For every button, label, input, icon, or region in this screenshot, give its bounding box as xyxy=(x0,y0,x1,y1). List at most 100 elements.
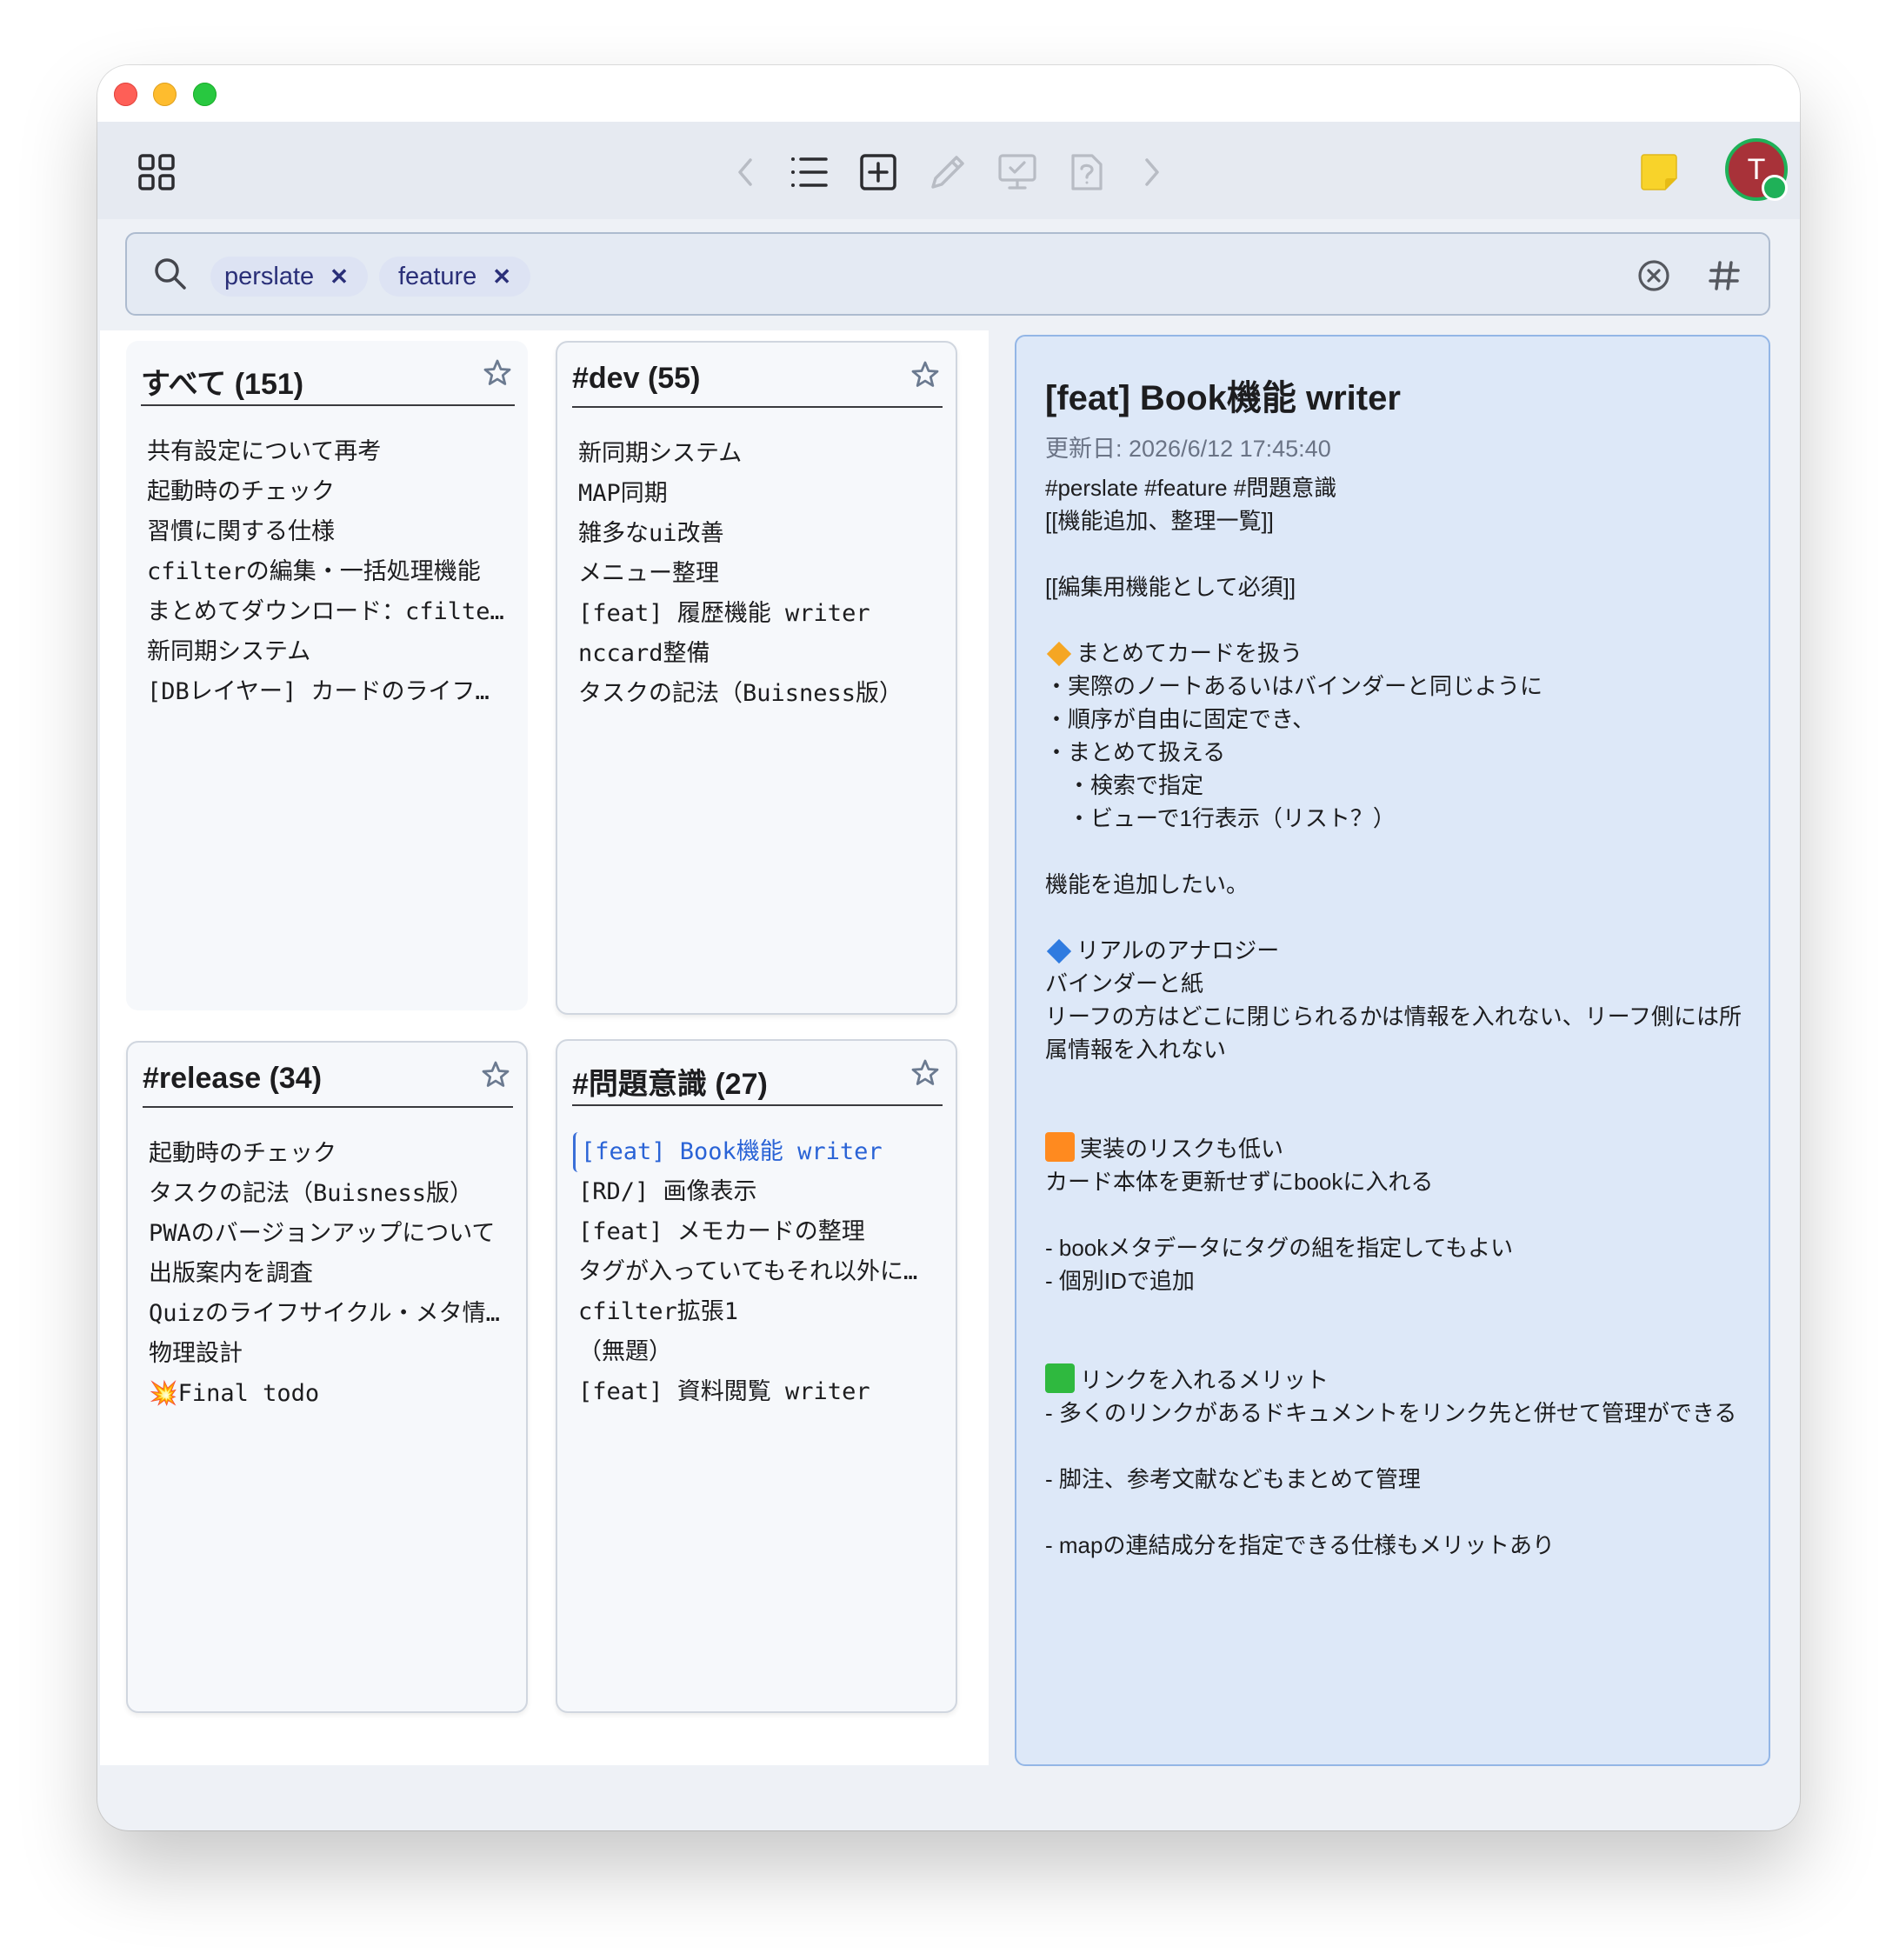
tag-card-all[interactable]: すべて (151) 共有設定について再考 起動時のチェック 習慣に関する仕様 c… xyxy=(126,341,528,1010)
user-avatar[interactable]: T xyxy=(1725,138,1788,201)
body-line: ・まとめて扱える xyxy=(1045,739,1226,765)
card-item[interactable]: タスクの記法（Buisness版） xyxy=(149,1174,509,1214)
tag-line: #perslate #feature #問題意識 xyxy=(1045,475,1337,501)
card-item[interactable]: [DBレイヤー] カードのライフサ… xyxy=(147,672,510,712)
orange-diamond-icon xyxy=(1046,641,1072,667)
card-divider xyxy=(143,1106,513,1108)
star-icon[interactable] xyxy=(910,1058,940,1091)
list-icon[interactable] xyxy=(784,148,833,197)
card-item[interactable]: 起動時のチェック xyxy=(147,472,510,512)
chevron-left-icon[interactable] xyxy=(725,152,765,192)
orange-square-icon xyxy=(1045,1132,1075,1162)
card-item[interactable]: まとめてダウンロード：cfilte… xyxy=(147,592,510,632)
detail-body[interactable]: #perslate #feature #問題意識 [[機能追加、整理一覧]] [… xyxy=(1045,471,1749,1562)
help-card-icon[interactable] xyxy=(1063,148,1111,197)
minimize-window-button[interactable] xyxy=(153,83,177,106)
body-line: - 多くのリンクがあるドキュメントをリンク先と併せて管理ができる xyxy=(1045,1400,1737,1426)
pencil-icon[interactable] xyxy=(923,148,972,197)
card-item[interactable]: [feat] 履歴機能 writer xyxy=(578,594,938,634)
card-item[interactable]: [feat] 資料閲覧 writer xyxy=(578,1372,938,1412)
body-line: - bookメタデータにタグの組を指定してもよい xyxy=(1045,1235,1514,1261)
wiki-link[interactable]: [[機能追加、整理一覧]] xyxy=(1045,504,1749,537)
card-item[interactable]: （無題） xyxy=(578,1332,938,1372)
body-line: カード本体を更新せずにbookに入れる xyxy=(1045,1169,1434,1195)
card-item[interactable]: 出版案内を調査 xyxy=(149,1254,509,1294)
card-item-list: 起動時のチェック タスクの記法（Buisness版） PWAのバージョンアップに… xyxy=(149,1134,509,1414)
star-icon[interactable] xyxy=(481,1060,510,1093)
tag-card-release[interactable]: #release (34) 起動時のチェック タスクの記法（Buisness版）… xyxy=(126,1041,528,1713)
search-bar[interactable]: perslate ✕ feature ✕ xyxy=(125,232,1770,316)
card-item[interactable]: 雑多なui改善 xyxy=(578,514,938,554)
card-item-selected[interactable]: [feat] Book機能 writer xyxy=(573,1132,938,1172)
card-item[interactable]: 起動時のチェック xyxy=(149,1134,509,1174)
heading-text: まとめてカードを扱う xyxy=(1076,640,1303,666)
close-window-button[interactable] xyxy=(114,83,137,106)
note-icon[interactable] xyxy=(1633,146,1685,198)
body-line: ・実際のノートあるいはバインダーと同じように xyxy=(1045,673,1543,699)
card-item-list: [feat] Book機能 writer [RD/] 画像表示 [feat] メ… xyxy=(573,1132,938,1412)
hashtag-icon[interactable] xyxy=(1707,258,1742,297)
online-status-dot xyxy=(1762,175,1788,201)
card-item[interactable]: nccard整備 xyxy=(578,634,938,674)
grid-icon[interactable] xyxy=(132,148,181,197)
body-line: ・順序が自由に固定でき、 xyxy=(1045,706,1316,732)
card-item[interactable]: Quizのライフサイクル・メタ情報 xyxy=(149,1294,509,1334)
star-icon[interactable] xyxy=(910,360,940,393)
card-divider xyxy=(572,406,943,408)
filter-chip-perslate[interactable]: perslate ✕ xyxy=(210,257,368,297)
card-item[interactable]: [feat] メモカードの整理 xyxy=(578,1212,938,1252)
star-icon[interactable] xyxy=(483,358,512,391)
filter-chip-feature[interactable]: feature ✕ xyxy=(379,257,531,297)
chip-remove-icon[interactable]: ✕ xyxy=(492,263,511,290)
card-item[interactable]: 新同期システム xyxy=(147,632,510,672)
card-item[interactable]: PWAのバージョンアップについて xyxy=(149,1214,509,1254)
blue-diamond-icon xyxy=(1046,938,1072,964)
card-detail-panel[interactable]: [feat] Book機能 writer 更新日: 2026/6/12 17:4… xyxy=(1015,335,1770,1766)
heading-text: リアルのアナロジー xyxy=(1076,937,1280,963)
chip-label: feature xyxy=(398,262,477,290)
tag-card-mondai-ishiki[interactable]: #問題意識 (27) [feat] Book機能 writer [RD/] 画像… xyxy=(556,1039,957,1713)
body-line: 機能を追加したい。 xyxy=(1045,871,1249,897)
wiki-link[interactable]: [[編集用機能として必須]] xyxy=(1045,570,1749,603)
card-item[interactable]: タスクの記法（Buisness版） xyxy=(578,674,938,714)
body-line: バインダーと紙 xyxy=(1045,970,1204,997)
card-item[interactable]: cfilterの編集・一括処理機能 xyxy=(147,552,510,592)
body-line: ・検索で指定 xyxy=(1068,772,1204,798)
card-item[interactable]: 共有設定について再考 xyxy=(147,432,510,472)
tag-card-dev[interactable]: #dev (55) 新同期システム MAP同期 雑多なui改善 メニュー整理 [… xyxy=(556,341,957,1015)
clear-search-icon[interactable] xyxy=(1636,258,1671,297)
body-line: リーフの方はどこに閉じられるかは情報を入れない、リーフ側には所属情報を入れない xyxy=(1045,1003,1742,1063)
chip-remove-icon[interactable]: ✕ xyxy=(330,263,349,290)
card-item[interactable]: 習慣に関する仕様 xyxy=(147,512,510,552)
section-heading: リアルのアナロジー xyxy=(1045,934,1749,967)
card-item[interactable]: [RD/] 画像表示 xyxy=(578,1172,938,1212)
card-item[interactable]: 💥Final todo xyxy=(149,1374,509,1414)
title-bar xyxy=(97,65,1800,122)
card-divider xyxy=(572,1104,943,1106)
card-grid: すべて (151) 共有設定について再考 起動時のチェック 習慣に関する仕様 c… xyxy=(100,330,989,1765)
add-card-icon[interactable] xyxy=(854,148,903,197)
zoom-window-button[interactable] xyxy=(193,83,217,106)
search-icon xyxy=(153,257,188,295)
card-item[interactable]: MAP同期 xyxy=(578,474,938,514)
card-item[interactable]: 物理設計 xyxy=(149,1334,509,1374)
presentation-icon[interactable] xyxy=(993,148,1042,197)
chevron-right-icon[interactable] xyxy=(1132,152,1172,192)
updated-date: 更新日: 2026/6/12 17:45:40 xyxy=(1045,436,1331,462)
card-item[interactable]: メニュー整理 xyxy=(578,554,938,594)
card-item[interactable]: 新同期システム xyxy=(578,434,938,474)
detail-title: [feat] Book機能 writer xyxy=(1045,379,1401,417)
toolbar xyxy=(97,122,1800,219)
card-item[interactable]: タグが入っていてもそれ以外に修… xyxy=(578,1252,938,1292)
chip-label: perslate xyxy=(224,262,315,290)
card-item[interactable]: cfilter拡張1 xyxy=(578,1292,938,1332)
